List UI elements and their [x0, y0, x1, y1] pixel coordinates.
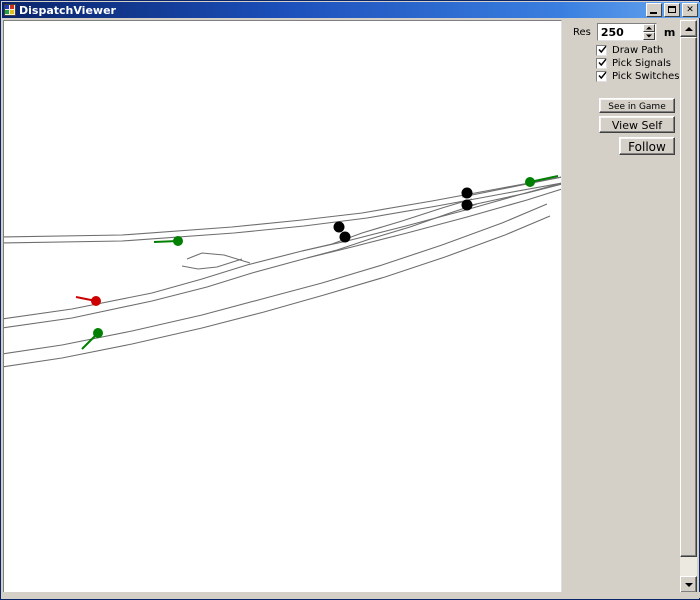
switch-marker[interactable] [461, 199, 473, 211]
map-canvas[interactable] [3, 20, 562, 593]
resolution-unit: m [663, 25, 676, 39]
control-panel: Res 250 m Draw Path Pick Signals Pick Sw… [563, 20, 679, 593]
vertical-scrollbar[interactable] [680, 20, 698, 593]
window-title: DispatchViewer [19, 3, 116, 17]
check-icon [598, 71, 607, 80]
chevron-down-icon [684, 582, 693, 587]
resolution-row: Res 250 m [573, 23, 675, 41]
checkbox-draw-path[interactable]: Draw Path [596, 44, 679, 57]
resolution-increment-button[interactable] [642, 24, 655, 32]
close-icon: ✕ [686, 5, 694, 15]
track-line [181, 258, 243, 270]
check-icon [598, 58, 607, 67]
draw-path-label: Draw Path [612, 45, 664, 56]
scrollbar-thumb[interactable] [680, 37, 697, 557]
draw-path-checkbox[interactable] [596, 45, 607, 56]
scrollbar-track[interactable] [680, 37, 697, 576]
window-controls: ✕ [646, 3, 698, 17]
options-checkbox-group: Draw Path Pick Signals Pick Switches [596, 44, 679, 83]
switch-marker[interactable] [461, 187, 473, 199]
resolution-stepper [642, 24, 655, 40]
pick-switches-checkbox[interactable] [596, 71, 607, 82]
scroll-up-button[interactable] [680, 20, 697, 37]
maximize-button[interactable] [664, 3, 680, 17]
main-window: DispatchViewer ✕ Res 250 m Draw Path Pic… [0, 0, 700, 600]
resolution-value: 250 [600, 25, 624, 39]
scroll-down-button[interactable] [680, 576, 697, 593]
chevron-up-icon [684, 26, 693, 31]
resolution-input[interactable]: 250 [596, 23, 657, 41]
track-line [306, 203, 478, 259]
switch-marker[interactable] [333, 221, 345, 233]
pick-signals-checkbox[interactable] [596, 58, 607, 69]
minimize-button[interactable] [646, 3, 662, 17]
signal-marker[interactable] [91, 296, 101, 306]
pick-signals-label: Pick Signals [612, 58, 671, 69]
follow-button[interactable]: Follow [619, 137, 675, 155]
view-self-button[interactable]: View Self [599, 116, 675, 133]
status-strip [2, 592, 700, 598]
see-in-game-button[interactable]: See in Game [599, 98, 675, 113]
checkbox-pick-switches[interactable]: Pick Switches [596, 70, 679, 83]
app-icon [4, 4, 16, 16]
check-icon [598, 45, 607, 54]
close-button[interactable]: ✕ [682, 3, 698, 17]
track-line [186, 252, 251, 264]
resolution-label: Res [573, 26, 591, 38]
pick-switches-label: Pick Switches [612, 71, 680, 82]
switch-marker[interactable] [339, 231, 351, 243]
title-bar: DispatchViewer ✕ [2, 2, 700, 18]
signal-marker[interactable] [525, 177, 535, 187]
track-line [4, 203, 548, 355]
signal-marker[interactable] [173, 236, 183, 246]
checkbox-pick-signals[interactable]: Pick Signals [596, 57, 679, 70]
track-diagram[interactable] [4, 21, 561, 592]
signal-marker[interactable] [93, 328, 103, 338]
resolution-decrement-button[interactable] [642, 32, 655, 40]
